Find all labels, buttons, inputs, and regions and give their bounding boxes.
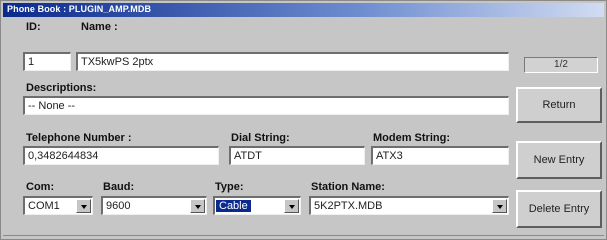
- new-entry-button[interactable]: New Entry: [516, 141, 602, 179]
- baud-select[interactable]: 9600: [101, 196, 207, 215]
- descriptions-field[interactable]: -- None --: [23, 96, 509, 115]
- type-select[interactable]: Cable: [213, 196, 301, 215]
- modem-string-label: Modem String:: [373, 132, 450, 144]
- phone-book-window: Phone Book : PLUGIN_AMP.MDB ID: Name : 1…: [0, 0, 607, 240]
- chevron-down-icon[interactable]: [284, 199, 299, 213]
- telephone-field[interactable]: 0,3482644834: [23, 146, 219, 165]
- com-select[interactable]: COM1: [23, 196, 93, 215]
- delete-entry-button[interactable]: Delete Entry: [516, 190, 602, 228]
- chevron-down-icon[interactable]: [76, 199, 91, 213]
- baud-value: 9600: [106, 200, 131, 212]
- station-name-select[interactable]: 5K2PTX.MDB: [309, 196, 509, 215]
- descriptions-label: Descriptions:: [26, 82, 97, 94]
- window-title: Phone Book : PLUGIN_AMP.MDB: [7, 4, 152, 14]
- chevron-down-icon[interactable]: [492, 199, 507, 213]
- com-label: Com:: [26, 181, 55, 193]
- name-field[interactable]: TX5kwPS 2ptx: [76, 52, 509, 71]
- id-label: ID:: [26, 21, 41, 33]
- station-name-label: Station Name:: [311, 181, 385, 193]
- com-value: COM1: [28, 200, 60, 212]
- dial-string-label: Dial String:: [231, 132, 290, 144]
- divider: [3, 235, 604, 236]
- title-bar: Phone Book : PLUGIN_AMP.MDB: [3, 3, 604, 17]
- record-counter: 1/2: [524, 57, 598, 73]
- name-label: Name :: [81, 21, 118, 33]
- baud-label: Baud:: [103, 181, 135, 193]
- chevron-down-icon[interactable]: [190, 199, 205, 213]
- id-field[interactable]: 1: [23, 52, 71, 71]
- type-label: Type:: [215, 181, 244, 193]
- modem-string-field[interactable]: ATX3: [371, 146, 509, 165]
- station-name-value: 5K2PTX.MDB: [314, 200, 383, 212]
- type-value: Cable: [216, 200, 251, 212]
- return-button[interactable]: Return: [516, 87, 602, 123]
- telephone-label: Telephone Number :: [26, 132, 132, 144]
- dial-string-field[interactable]: ATDT: [229, 146, 365, 165]
